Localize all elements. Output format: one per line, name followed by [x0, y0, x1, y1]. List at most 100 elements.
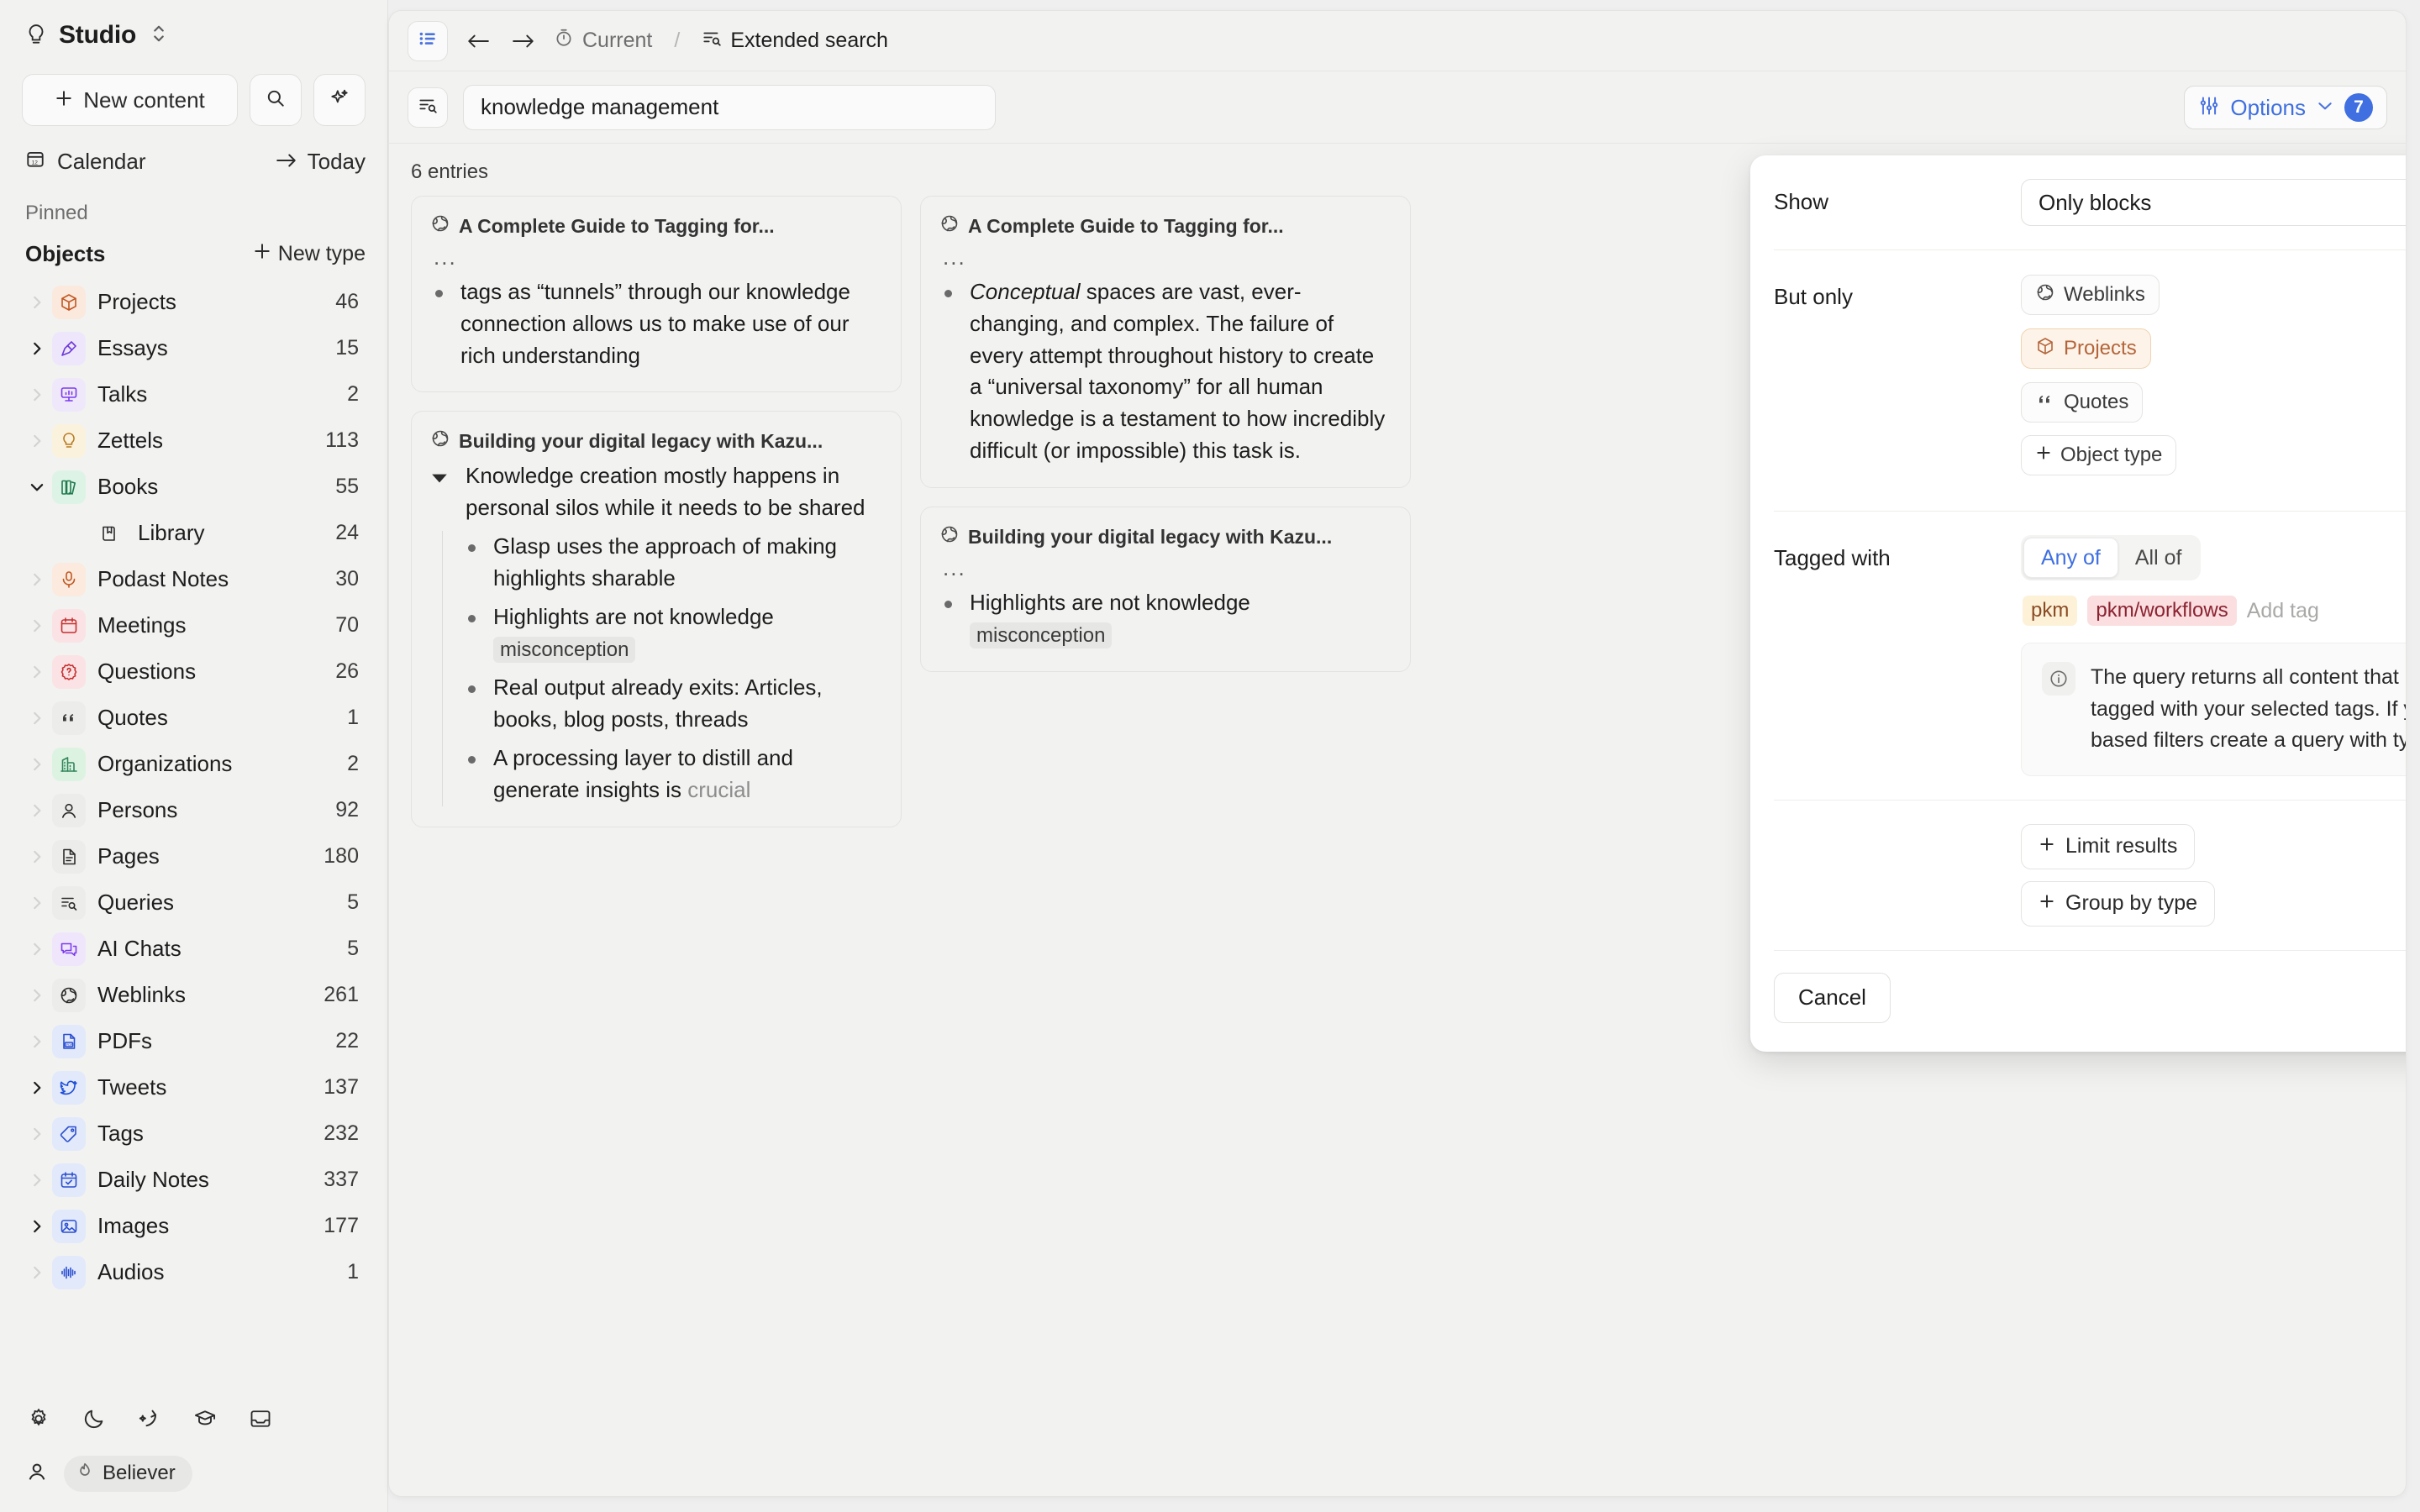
sidebar-item-essays[interactable]: Essays 15: [22, 325, 366, 371]
object-type-chip[interactable]: Projects: [2021, 328, 2151, 369]
breadcrumb-page[interactable]: Extended search: [702, 28, 888, 54]
sidebar-item-zettels[interactable]: Zettels 113: [22, 417, 366, 464]
disclosure-chevron-icon[interactable]: [22, 1126, 52, 1142]
disclosure-chevron-icon[interactable]: [22, 1033, 52, 1050]
extended-search-icon-button[interactable]: [408, 87, 448, 128]
show-select[interactable]: Only blocks: [2021, 179, 2406, 226]
sidebar-item-library[interactable]: Library 24: [22, 510, 366, 556]
disclosure-chevron-icon[interactable]: [22, 895, 52, 911]
sidebar-item-organizations[interactable]: Organizations 2: [22, 741, 366, 787]
tag-mode-option[interactable]: All of: [2118, 538, 2199, 578]
sidebar-item-pdfs[interactable]: PDF PDFs 22: [22, 1018, 366, 1064]
result-card[interactable]: Building your digital legacy with Kazu..…: [411, 411, 902, 827]
today-link[interactable]: Today: [276, 149, 366, 175]
sidebar-item-meetings[interactable]: Meetings 70: [22, 602, 366, 648]
collapse-triangle-icon[interactable]: [430, 460, 452, 524]
content-block[interactable]: Highlights are not knowledge misconcepti…: [939, 587, 1392, 651]
disclosure-chevron-icon[interactable]: [22, 941, 52, 958]
tag-mode-option[interactable]: Any of: [2023, 538, 2118, 578]
back-button[interactable]: [463, 32, 493, 50]
sidebar-item-podast-notes[interactable]: Podast Notes 30: [22, 556, 366, 602]
graduation-cap-icon[interactable]: [193, 1407, 217, 1431]
sidebar-item-talks[interactable]: Talks 2: [22, 371, 366, 417]
disclosure-chevron-icon[interactable]: [22, 340, 52, 357]
tagged-with-label: Tagged with: [1774, 545, 1891, 570]
sidebar-item-pages[interactable]: Pages 180: [22, 833, 366, 879]
list-view-button[interactable]: [408, 20, 448, 61]
sidebar-item-queries[interactable]: Queries 5: [22, 879, 366, 926]
tag-chip[interactable]: pkm: [2023, 596, 2078, 626]
card-title-row[interactable]: A Complete Guide to Tagging for...: [939, 213, 1392, 239]
add-tag-input[interactable]: Add tag: [2247, 599, 2319, 623]
chevron-updown-icon: [151, 23, 166, 49]
add-limit-results-button[interactable]: Limit results: [2021, 823, 2196, 869]
content-block[interactable]: Glasp uses the approach of making highli…: [463, 531, 882, 595]
object-type-chip[interactable]: Quotes: [2021, 382, 2144, 423]
disclosure-chevron-icon[interactable]: [22, 433, 52, 449]
card-title-row[interactable]: Building your digital legacy with Kazu..…: [939, 524, 1392, 549]
result-card[interactable]: A Complete Guide to Tagging for...... tag…: [411, 196, 902, 393]
plan-badge[interactable]: Believer: [64, 1455, 192, 1492]
disclosure-chevron-icon[interactable]: [22, 756, 52, 773]
new-type-button[interactable]: New type: [253, 242, 366, 266]
sidebar-item-persons[interactable]: Persons 92: [22, 787, 366, 833]
disclosure-chevron-icon[interactable]: [22, 664, 52, 680]
result-card[interactable]: Building your digital legacy with Kazu..…: [920, 507, 1411, 672]
disclosure-chevron-icon[interactable]: [22, 987, 52, 1004]
disclosure-chevron-icon[interactable]: [22, 386, 52, 403]
sidebar-item-ai-chats[interactable]: AI Chats 5: [22, 926, 366, 972]
disclosure-chevron-icon[interactable]: [22, 710, 52, 727]
disclosure-chevron-icon[interactable]: [22, 1172, 52, 1189]
content-block[interactable]: A processing layer to distill and genera…: [463, 743, 882, 806]
calendar-row[interactable]: 12 Calendar Today: [22, 134, 366, 188]
disclosure-chevron-icon[interactable]: [22, 1218, 52, 1235]
new-content-button[interactable]: New content: [22, 74, 238, 126]
tag-chip[interactable]: pkm/workflows: [2087, 596, 2237, 626]
object-type-chip[interactable]: Weblinks: [2021, 275, 2160, 315]
sidebar-item-images[interactable]: Images 177: [22, 1203, 366, 1249]
card-title-row[interactable]: Building your digital legacy with Kazu..…: [430, 428, 882, 454]
disclosure-chevron-icon[interactable]: [22, 571, 52, 588]
disclosure-chevron-icon[interactable]: [22, 848, 52, 865]
disclosure-chevron-icon[interactable]: [22, 479, 52, 496]
inbox-icon[interactable]: [249, 1407, 272, 1431]
add-object-type-button[interactable]: Object type: [2021, 435, 2177, 475]
card-title-row[interactable]: A Complete Guide to Tagging for...: [430, 213, 882, 239]
forward-button[interactable]: [508, 32, 539, 50]
moon-icon[interactable]: [82, 1407, 106, 1431]
inline-tag-pill[interactable]: misconception: [493, 637, 636, 664]
sidebar-item-audios[interactable]: Audios 1: [22, 1249, 366, 1295]
cancel-button[interactable]: Cancel: [1774, 972, 1891, 1023]
result-card[interactable]: A Complete Guide to Tagging for...... Con…: [920, 196, 1411, 489]
disclosure-chevron-icon[interactable]: [22, 802, 52, 819]
options-button[interactable]: Options 7: [2184, 86, 2387, 129]
sidebar-item-weblinks[interactable]: Weblinks 261: [22, 972, 366, 1018]
gear-icon[interactable]: [27, 1407, 50, 1431]
content-block[interactable]: Conceptual spaces are vast, ever-changin…: [939, 276, 1392, 468]
content-block[interactable]: tags as “tunnels” through our knowledge …: [430, 276, 882, 372]
user-row[interactable]: Believer: [22, 1450, 366, 1497]
disclosure-chevron-icon[interactable]: [22, 294, 52, 311]
magic-wand-icon[interactable]: [138, 1407, 161, 1431]
inline-tag-pill[interactable]: misconception: [970, 622, 1113, 648]
search-input[interactable]: [463, 84, 996, 130]
search-button[interactable]: [250, 74, 302, 126]
sidebar-actions: New content: [22, 74, 366, 126]
breadcrumb-current[interactable]: Current: [554, 28, 652, 54]
add-group-by-type-button[interactable]: Group by type: [2021, 880, 2216, 927]
workspace-switcher[interactable]: Studio: [22, 0, 366, 71]
sidebar-item-books[interactable]: Books 55: [22, 464, 366, 510]
content-block[interactable]: Real output already exits: Articles, boo…: [463, 672, 882, 736]
disclosure-chevron-icon[interactable]: [22, 1264, 52, 1281]
disclosure-chevron-icon[interactable]: [22, 1079, 52, 1096]
sidebar-item-tags[interactable]: Tags 232: [22, 1110, 366, 1157]
sidebar-item-quotes[interactable]: Quotes 1: [22, 695, 366, 741]
ai-sparkle-button[interactable]: [313, 74, 366, 126]
content-block[interactable]: Knowledge creation mostly happens in per…: [430, 460, 882, 524]
content-block[interactable]: Highlights are not knowledge misconcepti…: [463, 601, 882, 665]
sidebar-item-questions[interactable]: Questions 26: [22, 648, 366, 695]
sidebar-item-daily-notes[interactable]: Daily Notes 337: [22, 1157, 366, 1203]
disclosure-chevron-icon[interactable]: [22, 617, 52, 634]
sidebar-item-projects[interactable]: Projects 46: [22, 279, 366, 325]
sidebar-item-tweets[interactable]: Tweets 137: [22, 1064, 366, 1110]
